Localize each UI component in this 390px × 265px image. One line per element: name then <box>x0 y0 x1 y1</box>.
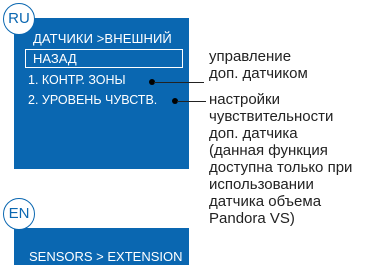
lang-badge-en: EN <box>3 198 35 230</box>
lang-badge-ru: RU <box>3 3 35 35</box>
device-screen-ru: ДАТЧИКИ >ВНЕШНИЙ НАЗАД 1. КОНТР. ЗОНЫ 2.… <box>14 18 189 169</box>
device-screen-en: SENSORS > EXTENSION <box>14 228 189 265</box>
back-menu-item[interactable]: НАЗАД <box>25 49 183 68</box>
menu-item-zone-control[interactable]: 1. КОНТР. ЗОНЫ <box>28 73 126 87</box>
callout-line-sensitivity <box>177 101 206 102</box>
callout-zone-control-text: управление доп. датчиком <box>209 48 308 82</box>
back-label: НАЗАД <box>33 51 77 66</box>
menu-item-sensitivity-level[interactable]: 2. УРОВЕНЬ ЧУВСТВ. <box>28 93 157 107</box>
callout-line-zone-control <box>154 82 204 83</box>
screen-header: ДАТЧИКИ >ВНЕШНИЙ <box>33 31 172 46</box>
callout-sensitivity-text: настройки чувствительности доп. датчика … <box>209 91 353 227</box>
screen-header-en: SENSORS > EXTENSION <box>29 249 183 264</box>
